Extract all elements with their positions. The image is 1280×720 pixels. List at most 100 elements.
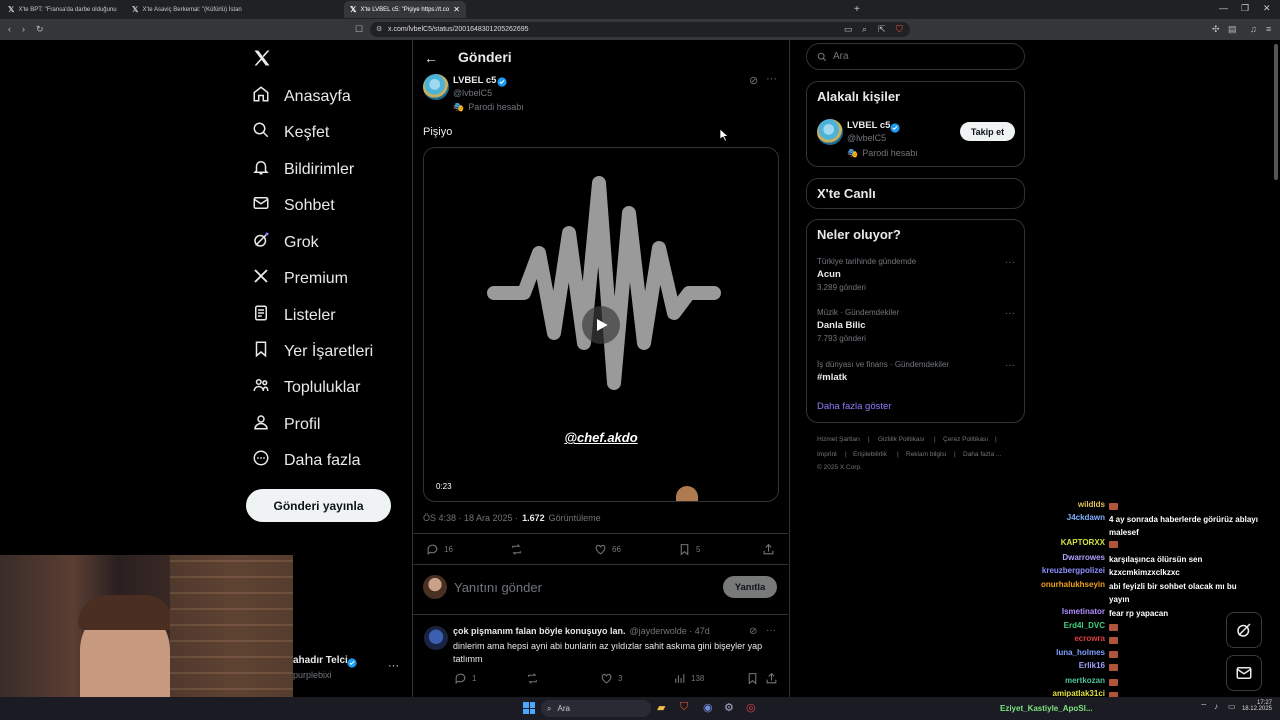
extensions-icon[interactable]: ✣ <box>1212 24 1220 35</box>
x-logo-icon[interactable] <box>252 48 272 74</box>
close-window-icon[interactable]: ✕ <box>1263 3 1271 14</box>
footer-accessibility-link[interactable]: Erişilebilirlik <box>853 451 887 458</box>
reply-author-avatar[interactable] <box>424 626 448 650</box>
steam-icon[interactable]: ⚙ <box>724 701 734 714</box>
back-icon[interactable]: ‹ <box>8 24 11 34</box>
share-icon[interactable]: ⇱ <box>878 24 886 35</box>
account-menu-icon[interactable]: ··· <box>388 660 399 672</box>
post-more-icon[interactable]: ··· <box>766 73 777 85</box>
battery-icon[interactable]: ▭ <box>1228 702 1236 711</box>
zoom-icon[interactable]: ⌕ <box>862 24 867 35</box>
like-action[interactable]: 66 <box>594 543 621 556</box>
close-tab-icon[interactable]: ✕ <box>453 5 460 14</box>
discord-icon[interactable]: ◉ <box>703 701 713 714</box>
reply-reply-action[interactable]: 1 <box>454 672 476 685</box>
brave-icon[interactable]: ⛉ <box>680 701 688 714</box>
wifi-icon[interactable]: ⌔ <box>1200 702 1208 712</box>
repost-action[interactable] <box>510 543 528 556</box>
footer-ads-link[interactable]: Reklam bilgisi <box>906 451 946 458</box>
reply-share-action[interactable] <box>765 672 778 685</box>
play-button[interactable] <box>582 306 620 344</box>
url-field[interactable]: x.com/lvbelC5/status/2001648301205262695 <box>370 22 910 37</box>
new-tab-button[interactable]: + <box>848 1 864 18</box>
taskbar-clock[interactable]: 17:27 18.12.2025 <box>1240 700 1272 712</box>
sidebar-toggle-icon[interactable]: ▤ <box>1228 24 1237 35</box>
footer-imprint-link[interactable]: Imprint <box>817 451 837 458</box>
search-input[interactable]: Ara <box>806 43 1025 70</box>
browser-tab-active[interactable]: 𝕏 X'te LVBEL c5: "Pişiye https://t.co ✕ <box>344 1 466 18</box>
reload-icon[interactable]: ↻ <box>36 24 44 35</box>
post-button[interactable]: Gönderi yayınla <box>246 489 391 522</box>
obs-icon[interactable]: ◎ <box>746 701 756 714</box>
sidebar-item-chat[interactable]: Sohbet <box>252 194 335 217</box>
own-avatar[interactable] <box>423 575 447 599</box>
sidebar-item-premium[interactable]: Premium <box>252 267 348 290</box>
bookmark-action[interactable]: 5 <box>678 543 700 556</box>
minimize-icon[interactable]: — <box>1219 3 1228 13</box>
brave-shield-icon[interactable]: ⛉ <box>896 24 903 35</box>
related-avatar[interactable] <box>817 119 843 145</box>
reply-action[interactable]: 16 <box>426 543 453 556</box>
site-settings-icon[interactable]: ⚙ <box>376 25 382 33</box>
sidebar-item-communities[interactable]: Topluluklar <box>252 376 360 399</box>
sidebar-item-grok[interactable]: Grok <box>252 231 319 254</box>
grok-fab[interactable] <box>1226 612 1262 648</box>
footer-privacy-link[interactable]: Gizlilik Politikası <box>878 436 925 443</box>
volume-icon[interactable]: ♪ <box>1214 702 1218 711</box>
sidebar-item-notifications[interactable]: Bildirimler <box>252 158 354 181</box>
browser-tab-2[interactable]: 𝕏 X'te Asaviç Berkemal: "(Küfürlü) İstan <box>126 1 248 18</box>
sidebar-item-more[interactable]: Daha fazla <box>252 449 361 472</box>
trend-more-icon[interactable]: ··· <box>1005 308 1015 319</box>
trend-more-icon[interactable]: ··· <box>1005 257 1015 268</box>
reply-input[interactable]: Yanıtını gönder <box>454 580 542 595</box>
grok-icon <box>252 231 270 254</box>
chat-username: KAPTORXX <box>1060 538 1105 547</box>
grok-explain-icon[interactable]: ⊘ <box>749 626 757 637</box>
share-action[interactable] <box>762 543 775 556</box>
video-player[interactable]: @chef.akdo 0:23 <box>423 147 779 502</box>
back-arrow-icon[interactable]: ← <box>424 50 438 66</box>
author-handle[interactable]: @lvbelC5 <box>453 88 492 98</box>
media-icon[interactable]: ♫ <box>1250 24 1257 34</box>
reply-views-action[interactable]: 138 <box>673 672 704 685</box>
chat-username: Ismetinator <box>1061 607 1105 616</box>
sidebar-item-bookmarks[interactable]: Yer İşaretleri <box>252 340 373 363</box>
sidebar-item-profile[interactable]: Profil <box>252 413 320 436</box>
forward-icon[interactable]: › <box>22 24 25 34</box>
page-scrollbar[interactable] <box>1274 44 1278 180</box>
trend-item[interactable]: Türkiye tarihinde gündemde Acun 3.289 gö… <box>817 257 1017 292</box>
page-action-icon[interactable]: ▭ <box>844 24 853 35</box>
reply-author-name[interactable]: çok pişmanım falan böyle konuşuyo lan. <box>453 626 626 636</box>
related-name[interactable]: LVBEL c5 <box>847 120 890 131</box>
bookmark-page-icon[interactable]: ☐ <box>355 24 363 35</box>
grok-explain-icon[interactable]: ⊘ <box>749 74 758 87</box>
show-more-link[interactable]: Daha fazla göster <box>817 401 891 412</box>
messages-fab[interactable] <box>1226 655 1262 691</box>
footer-more-link[interactable]: Daha fazla ... <box>963 451 1001 458</box>
taskbar-search[interactable]: ⌕ Ara <box>541 700 651 717</box>
post-meta: ÖS 4:38 · 18 Ara 2025 · 1.672 Görüntülem… <box>423 513 601 523</box>
reply-more-icon[interactable]: ··· <box>766 625 776 636</box>
menu-icon[interactable]: ≡ <box>1266 24 1271 34</box>
footer-terms-link[interactable]: Hizmet Şartları <box>817 436 860 443</box>
author-avatar[interactable] <box>423 74 449 100</box>
mask-icon: 🎭 <box>453 102 465 112</box>
reply-button[interactable]: Yanıtla <box>723 576 777 598</box>
trend-item[interactable]: Müzik · Gündemdekiler Danla Bilic 7.793 … <box>817 308 1017 343</box>
trend-item[interactable]: İş dünyası ve finans · Gündemdekiler #ml… <box>817 360 1017 383</box>
reply-repost-action[interactable] <box>526 672 544 685</box>
windows-start-icon[interactable] <box>523 702 535 714</box>
sidebar-item-explore[interactable]: Keşfet <box>252 121 329 144</box>
footer-cookie-link[interactable]: Çerez Politikası <box>943 436 988 443</box>
trend-more-icon[interactable]: ··· <box>1005 360 1015 371</box>
file-explorer-icon[interactable]: ▰ <box>657 701 665 714</box>
reply-like-action[interactable]: 3 <box>600 672 622 685</box>
browser-tab-1[interactable]: 𝕏 X'te BPT: "Fransa'da darbe olduğunu <box>2 1 124 18</box>
reply-author-handle[interactable]: @jayderwolde · 47d <box>630 626 710 636</box>
restore-icon[interactable]: ❐ <box>1241 3 1249 14</box>
follow-button[interactable]: Takip et <box>960 122 1015 141</box>
reply-bookmark-action[interactable] <box>746 672 759 685</box>
author-name[interactable]: LVBEL c5 <box>453 75 496 86</box>
sidebar-item-lists[interactable]: Listeler <box>252 304 336 327</box>
sidebar-item-home[interactable]: Anasayfa <box>252 85 351 108</box>
